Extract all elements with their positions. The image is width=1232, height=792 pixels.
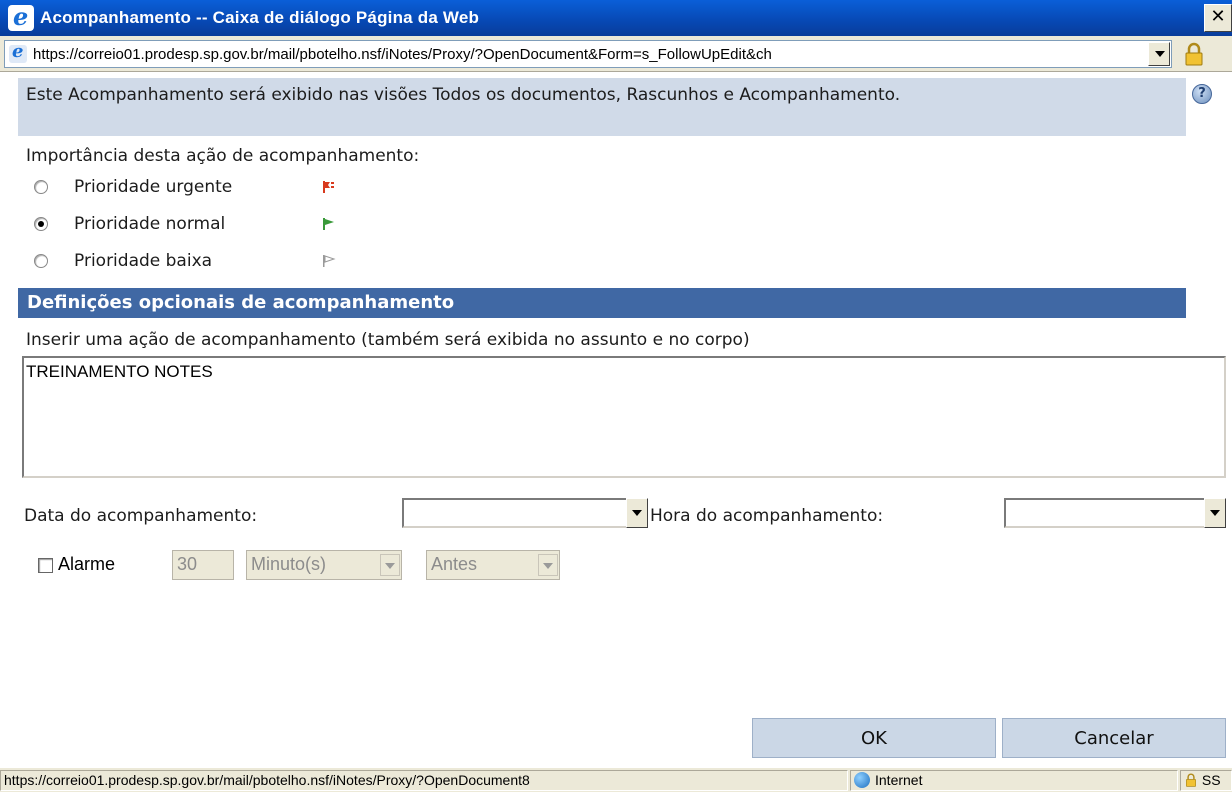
address-field[interactable]: https://correio01.prodesp.sp.gov.br/mail… bbox=[4, 40, 1172, 68]
date-dropdown-button[interactable] bbox=[626, 498, 648, 528]
flag-normal-icon bbox=[323, 218, 334, 230]
cancel-button[interactable]: Cancelar bbox=[1002, 718, 1226, 758]
dialog-content: Este Acompanhamento será exibido nas vis… bbox=[0, 72, 1232, 767]
radio-low[interactable] bbox=[34, 254, 48, 268]
status-bar: https://correio01.prodesp.sp.gov.br/mail… bbox=[0, 767, 1232, 792]
status-zone: Internet bbox=[850, 770, 1178, 791]
priority-urgent-option[interactable]: Prioridade urgente bbox=[34, 174, 336, 200]
radio-urgent[interactable] bbox=[34, 180, 48, 194]
window-title: Acompanhamento -- Caixa de diálogo Págin… bbox=[40, 8, 480, 27]
help-icon[interactable]: ? bbox=[1192, 84, 1212, 104]
importance-label: Importância desta ação de acompanhamento… bbox=[26, 146, 420, 166]
priority-low-option[interactable]: Prioridade baixa bbox=[34, 248, 336, 274]
time-combobox[interactable] bbox=[1004, 498, 1226, 528]
status-url: https://correio01.prodesp.sp.gov.br/mail… bbox=[0, 770, 848, 791]
priority-urgent-label: Prioridade urgente bbox=[74, 177, 233, 197]
globe-icon bbox=[854, 772, 870, 788]
alarm-checkbox[interactable] bbox=[38, 558, 53, 573]
alarm-amount-field[interactable]: 30 bbox=[172, 550, 234, 580]
alarm-label: Alarme bbox=[58, 554, 116, 574]
time-dropdown-button[interactable] bbox=[1204, 498, 1226, 528]
status-extra: SS bbox=[1201, 772, 1221, 788]
close-button[interactable]: ✕ bbox=[1204, 4, 1232, 32]
title-bar: Acompanhamento -- Caixa de diálogo Págin… bbox=[0, 0, 1232, 36]
status-security: SS bbox=[1180, 770, 1232, 791]
action-label: Inserir uma ação de acompanhamento (tamb… bbox=[26, 330, 750, 350]
page-icon bbox=[9, 41, 27, 63]
flag-urgent-icon bbox=[323, 181, 334, 193]
flag-low-icon bbox=[323, 255, 336, 267]
priority-normal-label: Prioridade normal bbox=[74, 214, 226, 234]
alarm-unit-select[interactable]: Minuto(s) bbox=[246, 550, 402, 580]
ie-icon bbox=[8, 2, 34, 31]
info-message: Este Acompanhamento será exibido nas vis… bbox=[18, 78, 1186, 136]
optional-settings-header: Definições opcionais de acompanhamento bbox=[18, 288, 1186, 318]
alarm-when-value: Antes bbox=[431, 554, 478, 574]
alarm-when-select[interactable]: Antes bbox=[426, 550, 560, 580]
time-label: Hora do acompanhamento: bbox=[650, 506, 884, 526]
date-combobox[interactable] bbox=[402, 498, 648, 528]
radio-normal[interactable] bbox=[34, 217, 48, 231]
lock-icon bbox=[1185, 42, 1203, 66]
address-url: https://correio01.prodesp.sp.gov.br/mail… bbox=[33, 45, 772, 63]
ok-button[interactable]: OK bbox=[752, 718, 996, 758]
action-textarea[interactable]: TREINAMENTO NOTES bbox=[22, 356, 1226, 478]
address-dropdown-button[interactable] bbox=[1148, 42, 1170, 66]
date-label: Data do acompanhamento: bbox=[24, 506, 258, 526]
status-zone-label: Internet bbox=[875, 772, 923, 788]
alarm-unit-value: Minuto(s) bbox=[251, 554, 327, 574]
status-lock-icon bbox=[1186, 773, 1196, 787]
priority-low-label: Prioridade baixa bbox=[74, 251, 213, 271]
alarm-when-dropdown[interactable] bbox=[538, 554, 558, 576]
address-bar: https://correio01.prodesp.sp.gov.br/mail… bbox=[0, 36, 1232, 72]
priority-normal-option[interactable]: Prioridade normal bbox=[34, 211, 336, 237]
alarm-unit-dropdown[interactable] bbox=[380, 554, 400, 576]
